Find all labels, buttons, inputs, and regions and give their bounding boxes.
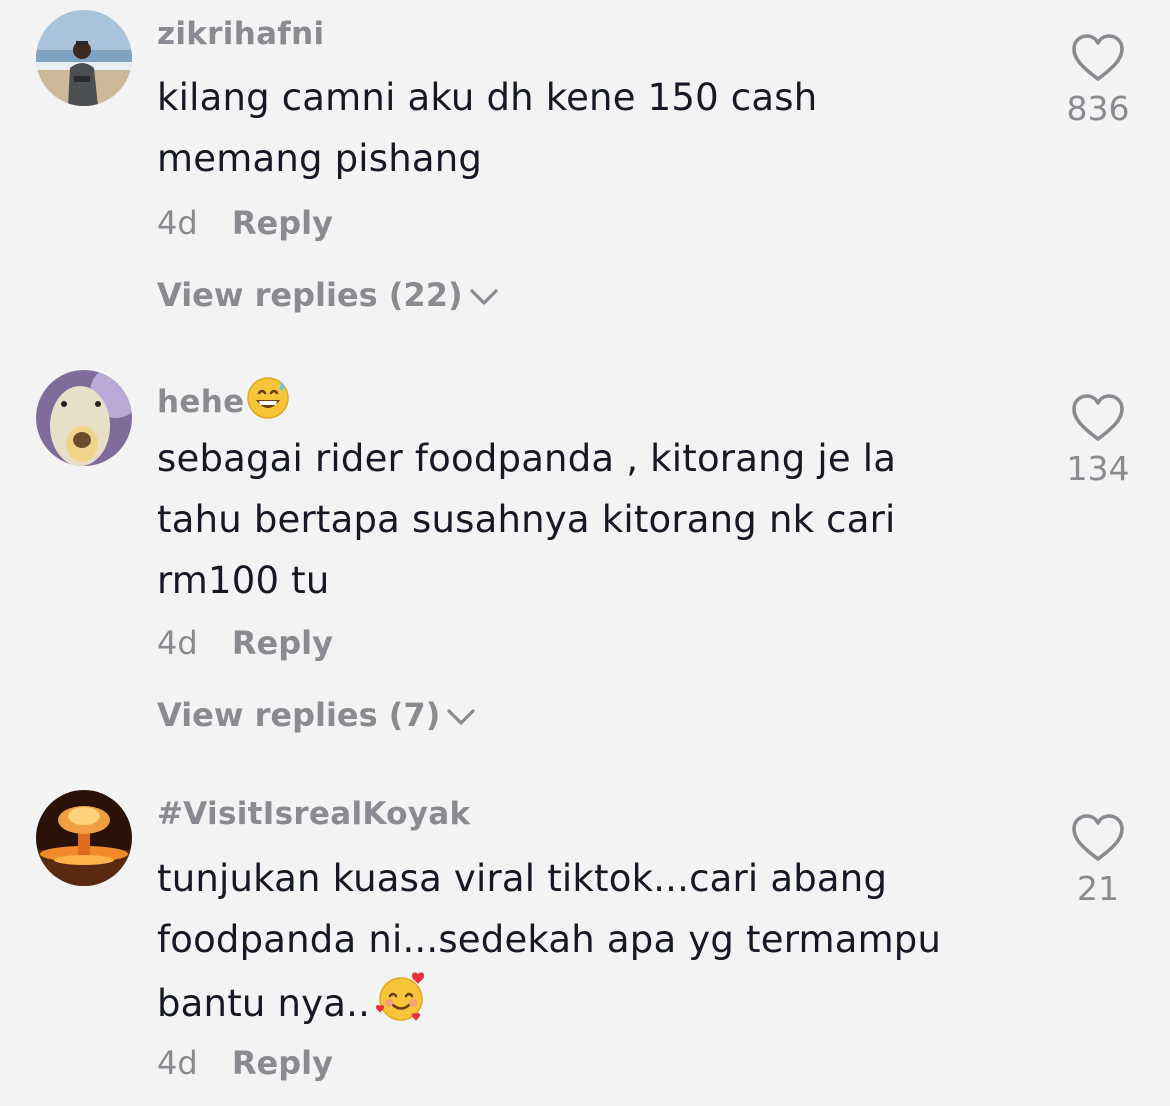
like-button[interactable]: 21 [1060, 813, 1136, 908]
beach-person-avatar-icon [36, 10, 132, 106]
comment-text: tunjukan kuasa viral tiktok...cari abang… [157, 848, 1017, 1042]
chevron-down-icon [469, 289, 498, 305]
reply-button[interactable]: Reply [232, 1044, 333, 1082]
username[interactable]: #VisitIsrealKoyak [157, 796, 470, 832]
like-count: 21 [1077, 869, 1119, 908]
comment-time: 4d [157, 1044, 198, 1082]
avatar[interactable] [36, 790, 132, 886]
heart-icon [1072, 814, 1124, 861]
comment-meta: 4d Reply [157, 624, 333, 662]
like-count: 134 [1066, 449, 1130, 488]
like-button[interactable]: 134 [1060, 393, 1136, 488]
view-replies-button[interactable]: View replies (22) [157, 276, 499, 314]
smiling-face-with-hearts-emoji-icon [372, 970, 430, 1042]
comment-text-content: tunjukan kuasa viral tiktok...cari abang… [157, 857, 942, 1025]
view-replies-button[interactable]: View replies (7) [157, 696, 476, 734]
heart-icon [1072, 394, 1124, 441]
duck-avatar-icon [36, 370, 132, 466]
like-button[interactable]: 836 [1060, 33, 1136, 128]
comment-meta: 4d Reply [157, 1044, 333, 1082]
avatar[interactable] [36, 10, 132, 106]
heart-icon [1072, 34, 1124, 81]
reply-button[interactable]: Reply [232, 204, 333, 242]
chevron-down-icon [447, 709, 475, 725]
comment-time: 4d [157, 204, 198, 242]
explosion-avatar-icon [36, 790, 132, 886]
grinning-sweat-emoji-icon [246, 376, 290, 428]
reply-button[interactable]: Reply [232, 624, 333, 662]
comment-meta: 4d Reply [157, 204, 333, 242]
username[interactable]: hehe [157, 376, 290, 428]
comment-time: 4d [157, 624, 198, 662]
view-replies-label: View replies (7) [157, 696, 441, 734]
username-text: hehe [157, 384, 245, 420]
comment-text: kilang camni aku dh kene 150 cash memang… [157, 76, 818, 180]
avatar[interactable] [36, 370, 132, 466]
username[interactable]: zikrihafni [157, 16, 324, 52]
like-count: 836 [1066, 89, 1130, 128]
comment-text: sebagai rider foodpanda , kitorang je la… [157, 437, 897, 602]
view-replies-label: View replies (22) [157, 276, 463, 314]
